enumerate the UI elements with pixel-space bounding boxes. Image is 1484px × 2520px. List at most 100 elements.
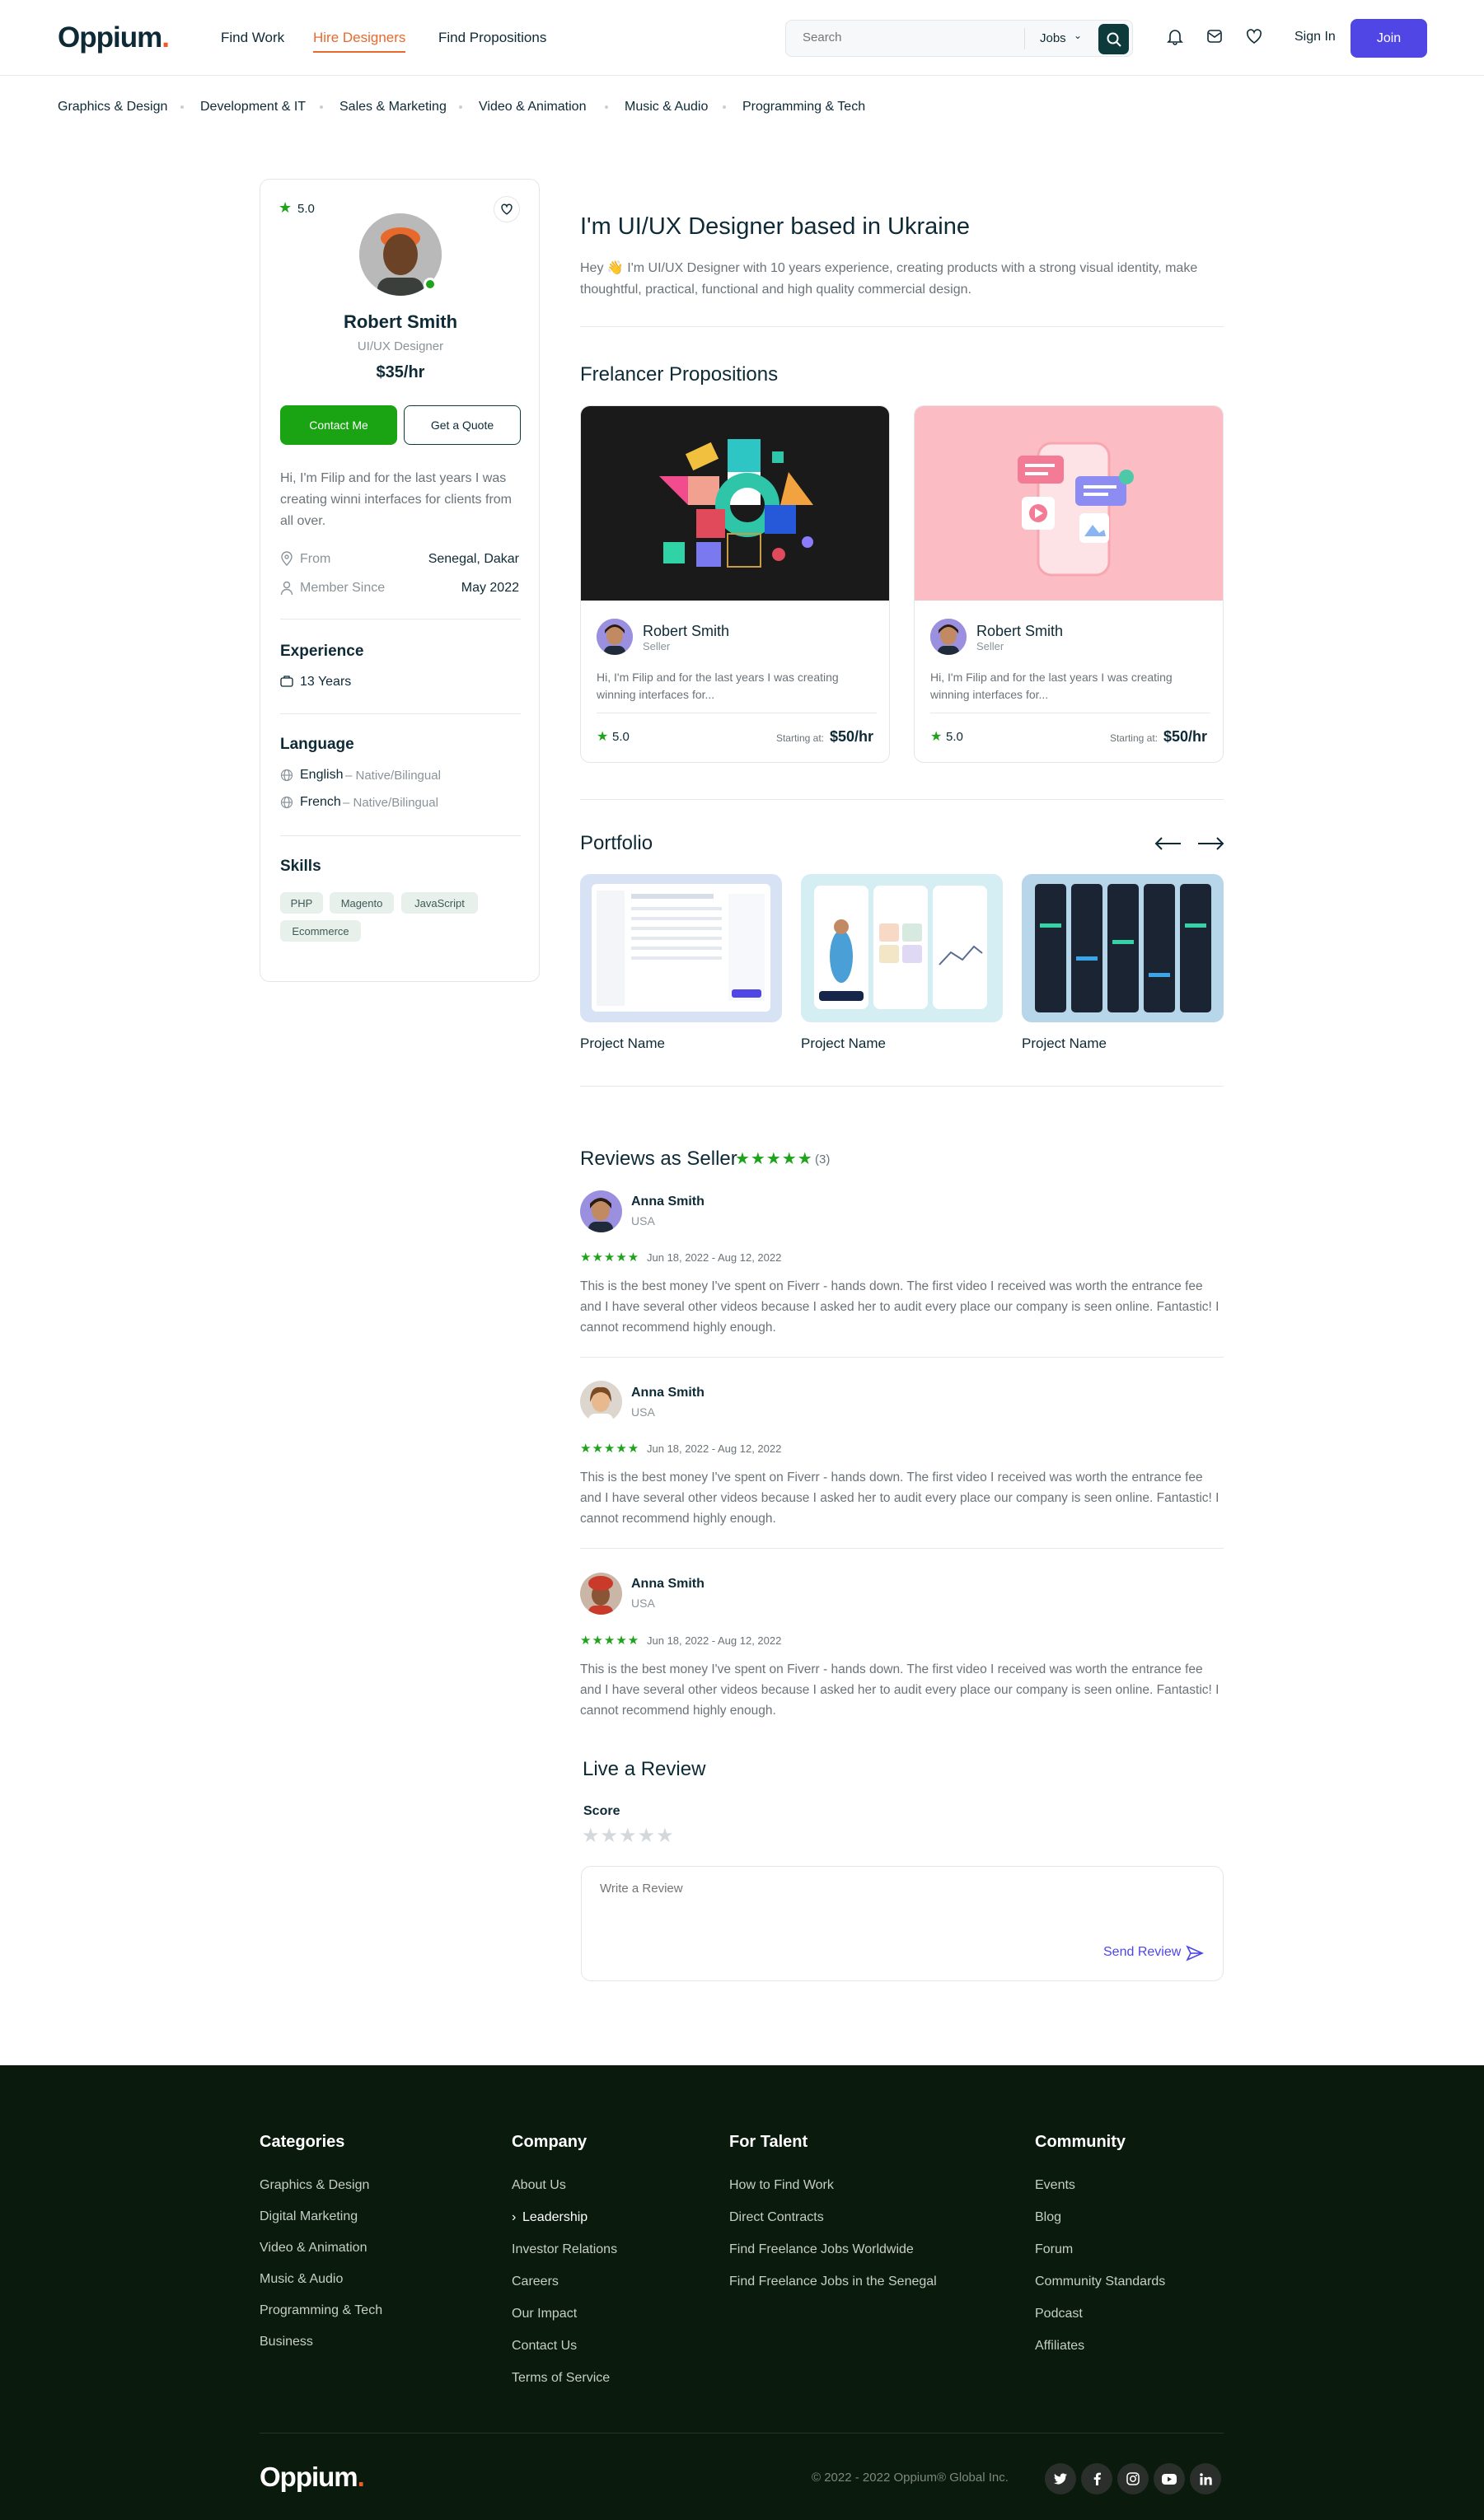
footer-link[interactable]: How to Find Work bbox=[729, 2178, 834, 2193]
footer-link[interactable]: Digital Marketing bbox=[260, 2209, 358, 2224]
proposition-card[interactable]: Robert Smith Seller Hi, I'm Filip and fo… bbox=[914, 405, 1224, 763]
footer-link[interactable]: Our Impact bbox=[512, 2307, 577, 2321]
footer-column-heading: Categories bbox=[260, 2133, 345, 2151]
experience-heading: Experience bbox=[280, 643, 364, 660]
footer-link[interactable]: Affiliates bbox=[1035, 2339, 1084, 2354]
footer-link[interactable]: Graphics & Design bbox=[260, 2178, 369, 2193]
skills-heading: Skills bbox=[280, 858, 321, 875]
portfolio-thumbnail[interactable] bbox=[801, 874, 1003, 1022]
language-heading: Language bbox=[280, 736, 354, 753]
review-date: Jun 18, 2022 - Aug 12, 2022 bbox=[647, 1251, 782, 1264]
portfolio-project-name[interactable]: Project Name bbox=[580, 1036, 665, 1052]
nav-find-work[interactable]: Find Work bbox=[221, 30, 284, 46]
sign-in-link[interactable]: Sign In bbox=[1294, 30, 1336, 44]
category-link[interactable]: Sales & Marketing bbox=[339, 100, 447, 115]
divider bbox=[580, 326, 1224, 327]
review-date: Jun 18, 2022 - Aug 12, 2022 bbox=[647, 1442, 782, 1455]
join-button[interactable]: Join bbox=[1351, 19, 1427, 58]
skill-chip[interactable]: JavaScript bbox=[401, 892, 478, 914]
chevron-right-icon: › bbox=[512, 2210, 517, 2224]
youtube-icon[interactable] bbox=[1154, 2463, 1185, 2494]
score-star-input[interactable]: ★★★★★ bbox=[582, 1824, 675, 1848]
portfolio-thumbnail[interactable] bbox=[580, 874, 782, 1022]
logo[interactable]: Oppium. bbox=[58, 21, 170, 54]
star-rating-icon: ★★★★★ bbox=[580, 1442, 640, 1456]
footer-link[interactable]: Events bbox=[1035, 2178, 1075, 2193]
footer-link[interactable]: Community Standards bbox=[1035, 2275, 1165, 2289]
starting-at-label: Starting at: bbox=[775, 732, 824, 744]
footer-link[interactable]: Contact Us bbox=[512, 2339, 577, 2354]
language-name: English bbox=[300, 768, 344, 782]
divider bbox=[580, 1357, 1224, 1358]
propositions-heading: Frelancer Propositions bbox=[580, 363, 779, 386]
portfolio-project-name[interactable]: Project Name bbox=[801, 1036, 886, 1052]
send-review-button[interactable]: Send Review bbox=[1103, 1945, 1181, 1960]
review-textarea[interactable] bbox=[600, 1882, 1201, 1931]
nav-hire-designers[interactable]: Hire Designers bbox=[313, 30, 406, 53]
footer-link[interactable]: About Us bbox=[512, 2178, 566, 2193]
profile-rating: 5.0 bbox=[297, 202, 315, 216]
intro-text: Hey 👋 I'm UI/UX Designer with 10 years e… bbox=[580, 261, 1198, 297]
twitter-icon[interactable] bbox=[1045, 2463, 1076, 2494]
seller-name: Robert Smith bbox=[643, 623, 730, 639]
category-link[interactable]: Development & IT bbox=[200, 100, 306, 115]
get-quote-button[interactable]: Get a Quote bbox=[404, 405, 521, 445]
footer-link[interactable]: Blog bbox=[1035, 2210, 1061, 2225]
chevron-down-icon[interactable]: ⌄ bbox=[1074, 30, 1082, 41]
bell-icon[interactable] bbox=[1164, 26, 1186, 47]
skill-chip[interactable]: Ecommerce bbox=[280, 920, 361, 942]
facebook-icon[interactable] bbox=[1081, 2463, 1112, 2494]
language-name: French bbox=[300, 795, 341, 809]
linkedin-icon[interactable] bbox=[1190, 2463, 1221, 2494]
search-scope-select[interactable]: Jobs bbox=[1040, 31, 1066, 45]
footer-link[interactable]: Business bbox=[260, 2335, 313, 2349]
online-status-dot bbox=[424, 278, 437, 291]
send-icon[interactable] bbox=[1186, 1945, 1204, 1961]
star-icon: ★ bbox=[279, 199, 293, 216]
reviews-count: (3) bbox=[815, 1152, 831, 1166]
divider bbox=[580, 799, 1224, 800]
contact-me-button[interactable]: Contact Me bbox=[280, 405, 397, 445]
arrow-left-icon[interactable] bbox=[1154, 836, 1182, 851]
portfolio-thumbnail[interactable] bbox=[1022, 874, 1224, 1022]
heart-icon[interactable] bbox=[1243, 26, 1265, 47]
seller-name: Robert Smith bbox=[976, 623, 1064, 639]
footer-logo[interactable]: Oppium. bbox=[260, 2462, 365, 2493]
divider bbox=[1024, 28, 1025, 49]
footer-link[interactable]: Direct Contracts bbox=[729, 2210, 824, 2225]
search-input[interactable] bbox=[803, 30, 1017, 44]
footer-link[interactable]: Careers bbox=[512, 2275, 559, 2289]
footer-link[interactable]: Video & Animation bbox=[260, 2241, 367, 2256]
footer-link[interactable]: Investor Relations bbox=[512, 2242, 617, 2257]
divider bbox=[580, 1548, 1224, 1549]
footer-link[interactable]: Forum bbox=[1035, 2242, 1073, 2257]
arrow-right-icon[interactable] bbox=[1196, 836, 1224, 851]
category-link[interactable]: Programming & Tech bbox=[742, 100, 865, 115]
proposition-card[interactable]: Robert Smith Seller Hi, I'm Filip and fo… bbox=[580, 405, 890, 763]
footer-column-heading: Company bbox=[512, 2133, 588, 2151]
footer-link[interactable]: Find Freelance Jobs Worldwide bbox=[729, 2242, 914, 2257]
category-link[interactable]: Video & Animation bbox=[479, 100, 586, 115]
footer-link-active[interactable]: Leadership bbox=[522, 2210, 588, 2225]
category-link[interactable]: Graphics & Design bbox=[58, 100, 167, 115]
footer-link[interactable]: Podcast bbox=[1035, 2307, 1083, 2321]
skill-chip[interactable]: PHP bbox=[280, 892, 323, 914]
reviewer-country: USA bbox=[631, 1405, 655, 1419]
footer-link[interactable]: Programming & Tech bbox=[260, 2303, 382, 2318]
separator-dot bbox=[605, 105, 608, 109]
globe-icon bbox=[280, 769, 293, 782]
footer-link[interactable]: Find Freelance Jobs in the Senegal bbox=[729, 2275, 937, 2289]
search-button[interactable] bbox=[1098, 24, 1129, 54]
proposition-price: $50/hr bbox=[829, 728, 873, 745]
footer-link[interactable]: Terms of Service bbox=[512, 2371, 610, 2386]
favorite-button[interactable] bbox=[494, 196, 520, 222]
mail-icon[interactable] bbox=[1204, 26, 1225, 47]
review-text: This is the best money I've spent on Fiv… bbox=[580, 1470, 1220, 1526]
proposition-description: Hi, I'm Filip and for the last years I w… bbox=[597, 671, 839, 701]
skill-chip[interactable]: Magento bbox=[330, 892, 394, 914]
nav-find-propositions[interactable]: Find Propositions bbox=[438, 30, 546, 46]
portfolio-project-name[interactable]: Project Name bbox=[1022, 1036, 1107, 1052]
instagram-icon[interactable] bbox=[1117, 2463, 1149, 2494]
footer-link[interactable]: Music & Audio bbox=[260, 2272, 343, 2287]
category-link[interactable]: Music & Audio bbox=[625, 100, 708, 115]
